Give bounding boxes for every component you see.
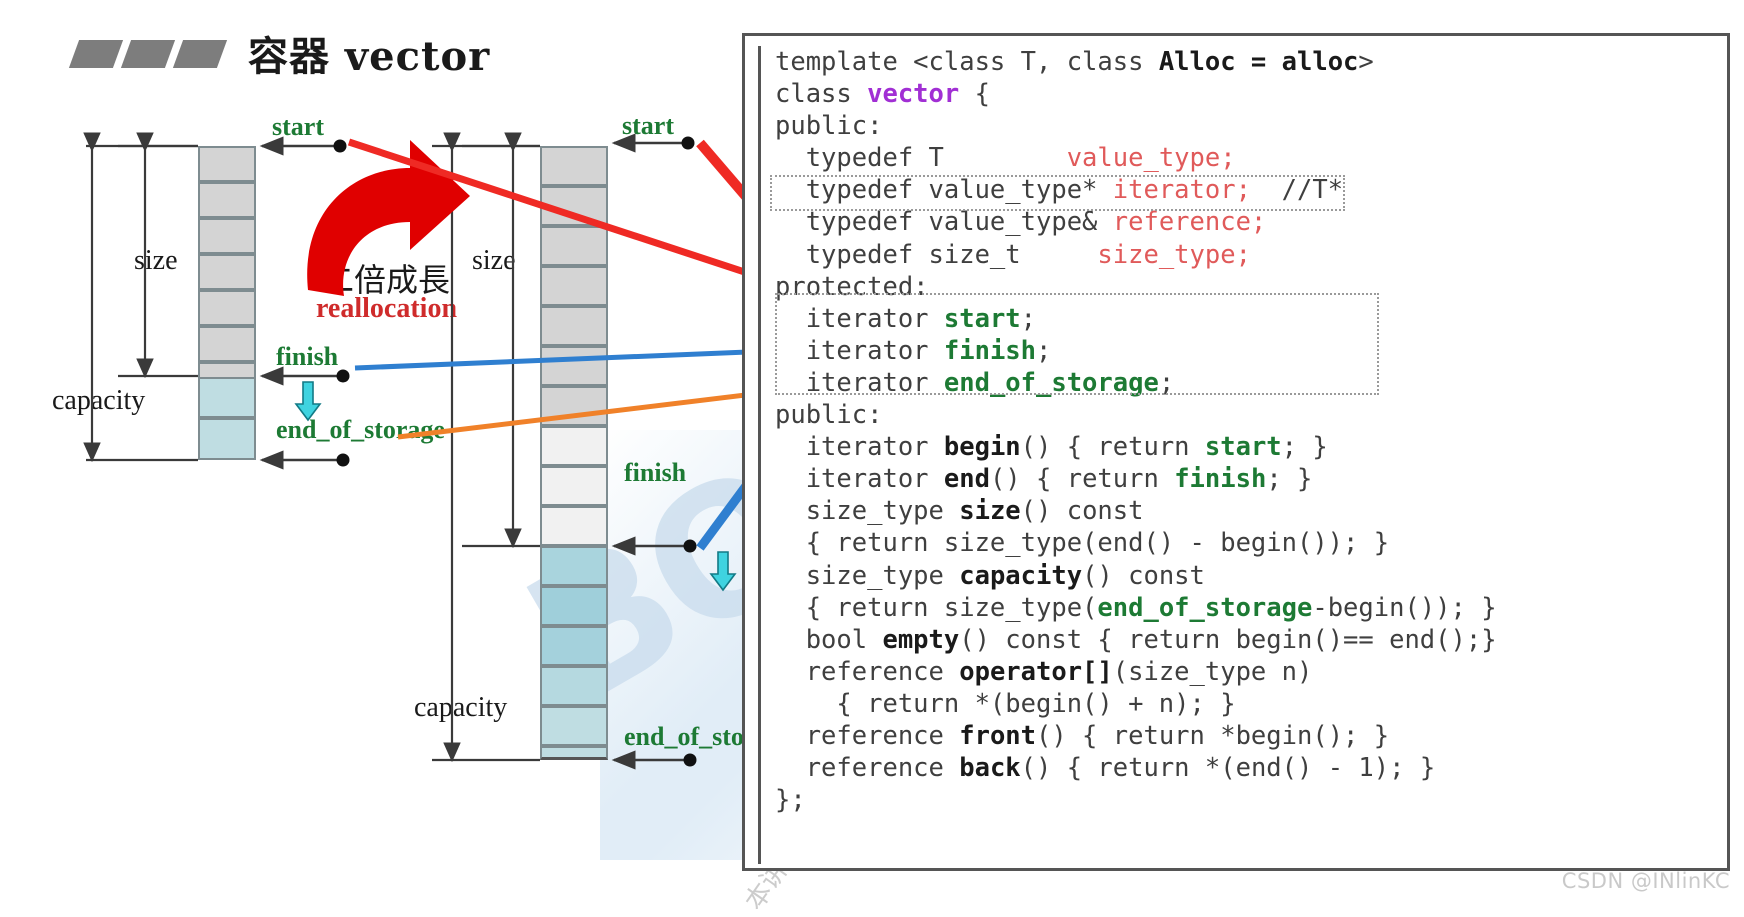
right-cell-light-2 [540,466,608,506]
code-line: public: [775,400,883,431]
left-cell-used-4 [198,254,256,290]
right-cell-free-1 [540,546,608,586]
right-cell-free-2 [540,586,608,626]
left-cell-free-2 [198,418,256,460]
left-cell-used-3 [198,218,256,254]
code-line: template <class T, class Alloc = alloc> [775,47,1374,77]
right-cell-free-5 [540,706,608,746]
right-capacity-measure [432,132,540,763]
right-cell-light-3 [540,506,608,546]
left-label-size: size [134,245,178,276]
code-line: size_type size() const [775,496,1144,527]
right-cell-used-2 [540,186,608,226]
code-line: iterator begin() { return start; } [775,432,1328,463]
left-start-dot [333,139,347,153]
code-line: }; [775,785,806,816]
right-size-measure [462,132,540,549]
right-label-start: start [622,111,674,140]
code-line: { return size_type(end_of_storage-begin(… [775,592,1497,623]
right-cell-free-4 [540,666,608,706]
code-line: reference operator[](size_type n) [775,656,1313,687]
left-cell-free-1 [198,377,256,418]
right-label-capacity: capacity [414,692,508,723]
left-label-finish: finish [276,342,339,371]
slide-header: 容器 vector [68,28,540,88]
code-line: typedef T value_type; [775,143,1236,174]
slide-canvas: BOC 搞定与网 本讲义仅供购课学员专用，请勿线上传播，侵者必究版权。 本讲义仅… [0,0,1744,916]
right-cell-used-7 [540,386,608,426]
decor-shape-3 [172,40,228,68]
vector-source-code: template <class T, class Alloc = alloc> c… [775,46,1721,816]
csdn-watermark: CSDN @INlinKC [1561,869,1730,893]
decor-shape-2 [120,40,176,68]
code-line: bool empty() const { return begin()== en… [775,624,1497,655]
right-cell-used-4 [540,266,608,306]
code-line: reference back() { return *(end() - 1); … [775,753,1436,784]
code-line: iterator end() { return finish; } [775,464,1313,495]
right-start-dot [681,136,695,150]
left-cell-used-6 [198,326,256,362]
right-eos-cyan-arrow [709,551,737,592]
left-cell-used-2 [198,182,256,218]
right-eos-dot [683,753,697,767]
code-line: public: [775,111,883,142]
decor-shape-1 [68,40,124,68]
code-panel-inner: template <class T, class Alloc = alloc> c… [758,46,1721,864]
page-title: 容器 vector [248,33,491,80]
code-line: typedef value_type* iterator; //T* [775,175,1344,206]
code-line: size_type capacity() const [775,560,1205,591]
right-cell-free-3 [540,626,608,666]
code-line: class vector { [775,79,990,110]
left-label-end-of-storage: end_of_storage [276,415,445,444]
right-finish-dot [683,539,697,553]
right-cell-used-6 [540,346,608,386]
reallocation-en-label: reallocation [316,293,458,324]
right-cell-light-1 [540,426,608,466]
code-panel: template <class T, class Alloc = alloc> c… [742,33,1730,871]
code-line: reference front() { return *begin(); } [775,720,1390,751]
code-line: typedef value_type& reference; [775,207,1267,238]
code-line: { return size_type(end() - begin()); } [775,528,1390,559]
code-line: protected: [775,271,929,302]
right-label-finish: finish [624,458,687,487]
right-cell-used-5 [540,306,608,346]
right-cell-free-6 [540,746,608,760]
right-cell-used-1 [540,146,608,186]
left-cell-used-1 [198,146,256,182]
code-line: iterator start; [775,303,1037,334]
decor-parallelograms [68,40,228,70]
code-line: iterator finish; [775,335,1052,366]
left-eos-dot [336,453,350,467]
code-line: typedef size_t size_type; [775,239,1251,270]
left-cell-used-5 [198,290,256,326]
left-label-start: start [272,112,324,141]
right-label-size: size [472,245,516,276]
code-line: { return *(begin() + n); } [775,688,1236,719]
left-label-capacity: capacity [52,385,146,416]
code-line: iterator end_of_storage; [775,367,1175,398]
right-cell-used-3 [540,226,608,266]
left-finish-dot [336,369,350,383]
